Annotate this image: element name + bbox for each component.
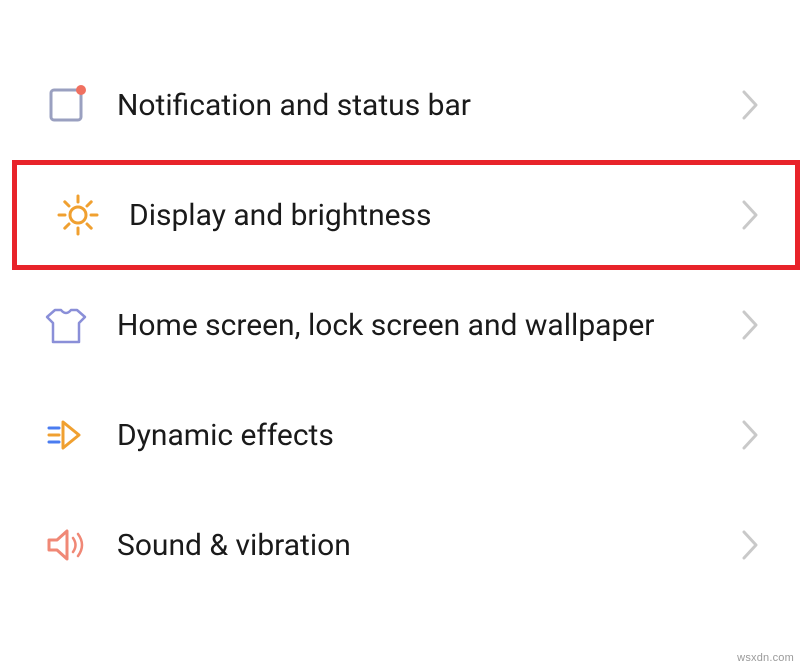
dynamic-arrow-icon <box>45 414 87 456</box>
settings-item-label: Notification and status bar <box>117 86 720 125</box>
settings-item-sound-vibration[interactable]: Sound & vibration <box>0 490 800 600</box>
tshirt-icon <box>45 304 87 346</box>
sun-icon <box>57 194 99 236</box>
settings-item-notification-status-bar[interactable]: Notification and status bar <box>0 50 800 160</box>
notification-square-icon <box>45 84 87 126</box>
chevron-right-icon <box>740 198 760 232</box>
watermark: wsxdn.com <box>737 652 794 664</box>
speaker-icon <box>45 524 87 566</box>
chevron-right-icon <box>740 418 760 452</box>
settings-item-label: Dynamic effects <box>117 416 720 455</box>
chevron-right-icon <box>740 88 760 122</box>
settings-item-label: Sound & vibration <box>117 526 720 565</box>
settings-item-label: Home screen, lock screen and wallpaper <box>117 306 720 345</box>
chevron-right-icon <box>740 528 760 562</box>
settings-item-dynamic-effects[interactable]: Dynamic effects <box>0 380 800 490</box>
chevron-right-icon <box>740 308 760 342</box>
settings-item-label: Display and brightness <box>129 196 720 235</box>
settings-item-home-lock-wallpaper[interactable]: Home screen, lock screen and wallpaper <box>0 270 800 380</box>
settings-list: Notification and status bar <box>0 50 800 600</box>
settings-item-display-brightness[interactable]: Display and brightness <box>12 160 800 270</box>
